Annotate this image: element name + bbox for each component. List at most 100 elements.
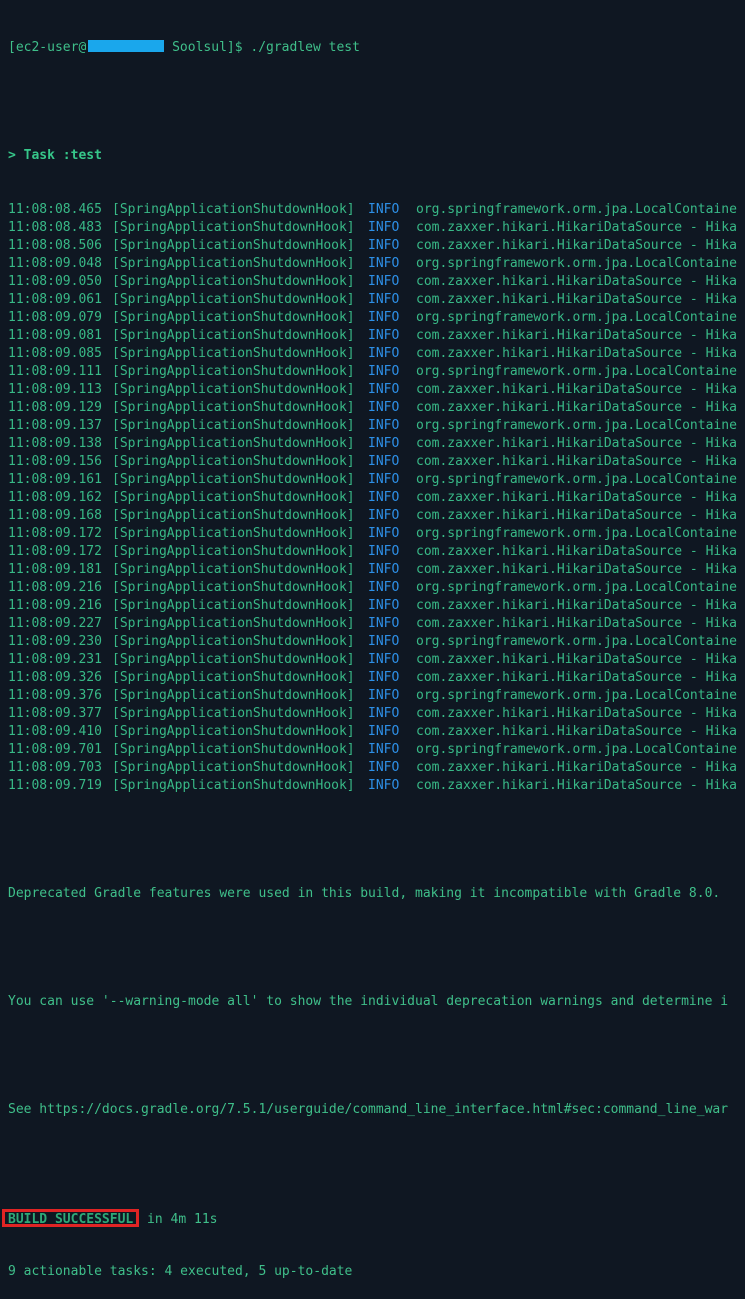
log-thread: [SpringApplicationShutdownHook] (112, 220, 355, 235)
log-level: INFO (368, 724, 400, 739)
log-logger: com.zaxxer.hikari.HikariDataSource - Hik… (416, 274, 737, 289)
log-line: 11:08:09.181 [SpringApplicationShutdownHo… (8, 561, 745, 579)
log-logger: com.zaxxer.hikari.HikariDataSource - Hik… (416, 706, 737, 721)
log-thread: [SpringApplicationShutdownHook] (112, 706, 355, 721)
log-timestamp: 11:08:09.376 (8, 688, 102, 703)
log-line: 11:08:09.111 [SpringApplicationShutdownHo… (8, 363, 745, 381)
log-thread: [SpringApplicationShutdownHook] (112, 472, 355, 487)
log-timestamp: 11:08:09.216 (8, 598, 102, 613)
log-timestamp: 11:08:08.483 (8, 220, 102, 235)
log-timestamp: 11:08:09.719 (8, 778, 102, 793)
log-thread: [SpringApplicationShutdownHook] (112, 454, 355, 469)
log-level: INFO (368, 688, 400, 703)
log-timestamp: 11:08:09.326 (8, 670, 102, 685)
log-timestamp: 11:08:09.061 (8, 292, 102, 307)
redacted-hostname (88, 40, 165, 52)
log-logger: org.springframework.orm.jpa.LocalContain… (416, 256, 737, 271)
log-timestamp: 11:08:09.231 (8, 652, 102, 667)
log-level: INFO (368, 562, 400, 577)
build-status-highlight: BUILD SUCCESSFUL (2, 1209, 140, 1227)
log-line: 11:08:09.129 [SpringApplicationShutdownHo… (8, 399, 745, 417)
log-thread: [SpringApplicationShutdownHook] (112, 238, 355, 253)
log-line: 11:08:09.719 [SpringApplicationShutdownHo… (8, 777, 745, 795)
log-level: INFO (368, 400, 400, 415)
log-thread: [SpringApplicationShutdownHook] (112, 508, 355, 523)
log-level: INFO (368, 364, 400, 379)
log-timestamp: 11:08:09.172 (8, 526, 102, 541)
build-duration: in 4m 11s (139, 1212, 218, 1227)
log-logger: org.springframework.orm.jpa.LocalContain… (416, 364, 737, 379)
log-level: INFO (368, 436, 400, 451)
build-status: BUILD SUCCESSFUL (8, 1212, 134, 1227)
log-level: INFO (368, 634, 400, 649)
log-line: 11:08:08.483 [SpringApplicationShutdownHo… (8, 219, 745, 237)
log-timestamp: 11:08:09.137 (8, 418, 102, 433)
log-line: 11:08:09.048 [SpringApplicationShutdownHo… (8, 255, 745, 273)
log-logger: com.zaxxer.hikari.HikariDataSource - Hik… (416, 238, 737, 253)
log-logger: com.zaxxer.hikari.HikariDataSource - Hik… (416, 598, 737, 613)
log-level: INFO (368, 760, 400, 775)
log-line: 11:08:09.376 [SpringApplicationShutdownHo… (8, 687, 745, 705)
log-level: INFO (368, 238, 400, 253)
log-timestamp: 11:08:09.162 (8, 490, 102, 505)
log-timestamp: 11:08:09.156 (8, 454, 102, 469)
log-level: INFO (368, 706, 400, 721)
log-logger: org.springframework.orm.jpa.LocalContain… (416, 202, 737, 217)
log-logger: org.springframework.orm.jpa.LocalContain… (416, 526, 737, 541)
tasks-summary: 9 actionable tasks: 4 executed, 5 up-to-… (8, 1264, 353, 1279)
log-timestamp: 11:08:09.113 (8, 382, 102, 397)
prompt-dir: Soolsul]$ (164, 40, 251, 55)
log-logger: org.springframework.orm.jpa.LocalContain… (416, 634, 737, 649)
log-level: INFO (368, 202, 400, 217)
log-logger: com.zaxxer.hikari.HikariDataSource - Hik… (416, 490, 737, 505)
log-line: 11:08:09.161 [SpringApplicationShutdownHo… (8, 471, 745, 489)
log-logger: com.zaxxer.hikari.HikariDataSource - Hik… (416, 616, 737, 631)
terminal-output: [ec2-user@ Soolsul]$ ./gradlew test > Ta… (2, 3, 745, 1299)
log-logger: com.zaxxer.hikari.HikariDataSource - Hik… (416, 724, 737, 739)
log-thread: [SpringApplicationShutdownHook] (112, 310, 355, 325)
log-line: 11:08:09.137 [SpringApplicationShutdownHo… (8, 417, 745, 435)
log-logger: org.springframework.orm.jpa.LocalContain… (416, 688, 737, 703)
log-timestamp: 11:08:09.703 (8, 760, 102, 775)
log-timestamp: 11:08:09.048 (8, 256, 102, 271)
log-logger: com.zaxxer.hikari.HikariDataSource - Hik… (416, 562, 737, 577)
log-level: INFO (368, 598, 400, 613)
log-logger: org.springframework.orm.jpa.LocalContain… (416, 472, 737, 487)
log-line: 11:08:09.061 [SpringApplicationShutdownHo… (8, 291, 745, 309)
prompt-command: ./gradlew test (250, 40, 360, 55)
log-level: INFO (368, 310, 400, 325)
log-logger: com.zaxxer.hikari.HikariDataSource - Hik… (416, 346, 737, 361)
log-thread: [SpringApplicationShutdownHook] (112, 418, 355, 433)
log-level: INFO (368, 778, 400, 793)
log-line: 11:08:09.377 [SpringApplicationShutdownHo… (8, 705, 745, 723)
log-level: INFO (368, 292, 400, 307)
log-line: 11:08:09.085 [SpringApplicationShutdownHo… (8, 345, 745, 363)
log-logger: org.springframework.orm.jpa.LocalContain… (416, 742, 737, 757)
log-timestamp: 11:08:08.465 (8, 202, 102, 217)
log-thread: [SpringApplicationShutdownHook] (112, 778, 355, 793)
log-line: 11:08:09.162 [SpringApplicationShutdownHo… (8, 489, 745, 507)
log-line: 11:08:09.156 [SpringApplicationShutdownHo… (8, 453, 745, 471)
log-logger: org.springframework.orm.jpa.LocalContain… (416, 418, 737, 433)
log-timestamp: 11:08:08.506 (8, 238, 102, 253)
log-timestamp: 11:08:09.079 (8, 310, 102, 325)
log-timestamp: 11:08:09.050 (8, 274, 102, 289)
log-line: 11:08:09.230 [SpringApplicationShutdownHo… (8, 633, 745, 651)
log-level: INFO (368, 490, 400, 505)
log-logger: com.zaxxer.hikari.HikariDataSource - Hik… (416, 454, 737, 469)
log-timestamp: 11:08:09.181 (8, 562, 102, 577)
log-logger: com.zaxxer.hikari.HikariDataSource - Hik… (416, 220, 737, 235)
log-line: 11:08:09.050 [SpringApplicationShutdownHo… (8, 273, 745, 291)
log-level: INFO (368, 382, 400, 397)
log-line: 11:08:09.701 [SpringApplicationShutdownHo… (8, 741, 745, 759)
log-line: 11:08:09.410 [SpringApplicationShutdownHo… (8, 723, 745, 741)
log-timestamp: 11:08:09.230 (8, 634, 102, 649)
log-line: 11:08:09.138 [SpringApplicationShutdownHo… (8, 435, 745, 453)
log-logger: com.zaxxer.hikari.HikariDataSource - Hik… (416, 544, 737, 559)
log-thread: [SpringApplicationShutdownHook] (112, 382, 355, 397)
log-level: INFO (368, 670, 400, 685)
log-logger: com.zaxxer.hikari.HikariDataSource - Hik… (416, 652, 737, 667)
